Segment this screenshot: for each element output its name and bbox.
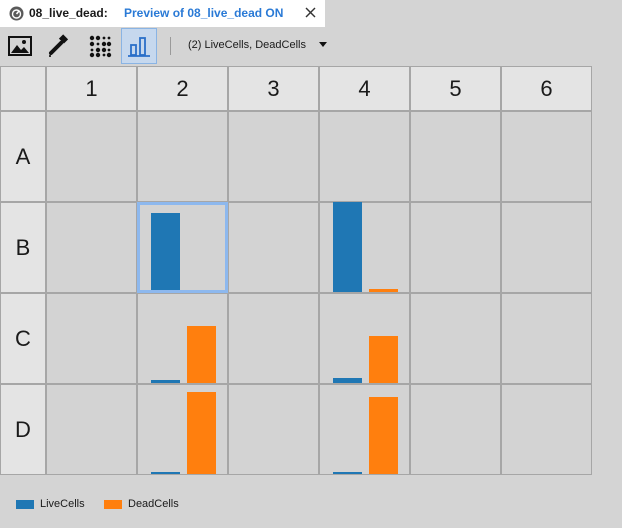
- well-d2[interactable]: [137, 384, 228, 475]
- dot-plot-view-button[interactable]: [82, 28, 118, 64]
- dot-grid-icon: [89, 35, 112, 58]
- bar-chart-icon: [128, 37, 150, 57]
- well-a4[interactable]: [319, 111, 410, 202]
- measure-select[interactable]: (2) LiveCells, DeadCells: [188, 39, 306, 51]
- column-header[interactable]: 6: [501, 66, 592, 111]
- well-a1[interactable]: [46, 111, 137, 202]
- column-header[interactable]: 1: [46, 66, 137, 111]
- legend-label: LiveCells: [40, 498, 85, 510]
- well-b1[interactable]: [46, 202, 137, 293]
- well-b4[interactable]: [319, 202, 410, 293]
- bar-livecells-d2: [151, 472, 180, 474]
- well-a6[interactable]: [501, 111, 592, 202]
- tab-bar: 08_live_dead: Preview of 08_live_dead ON: [0, 0, 622, 27]
- bar-livecells-b2: [151, 213, 180, 290]
- bar-deadcells-d2: [187, 392, 216, 474]
- bar-deadcells-c4: [369, 336, 398, 383]
- well-b2[interactable]: [137, 202, 228, 293]
- well-c2[interactable]: [137, 293, 228, 384]
- column-header[interactable]: 5: [410, 66, 501, 111]
- bar-livecells-c4: [333, 378, 362, 383]
- close-icon[interactable]: [303, 5, 318, 20]
- row-header[interactable]: B: [0, 202, 46, 293]
- well-b3[interactable]: [228, 202, 319, 293]
- image-view-button[interactable]: [2, 28, 38, 64]
- well-c6[interactable]: [501, 293, 592, 384]
- well-d6[interactable]: [501, 384, 592, 475]
- well-b5[interactable]: [410, 202, 501, 293]
- well-c4[interactable]: [319, 293, 410, 384]
- dashboard-icon: [9, 6, 24, 21]
- well-d4[interactable]: [319, 384, 410, 475]
- pipette-view-button[interactable]: [40, 28, 76, 64]
- bar-livecells-d4: [333, 472, 362, 474]
- well-d1[interactable]: [46, 384, 137, 475]
- well-a2[interactable]: [137, 111, 228, 202]
- bar-deadcells-c2: [187, 326, 216, 383]
- column-header[interactable]: 4: [319, 66, 410, 111]
- bar-chart-view-button[interactable]: [121, 28, 157, 64]
- pipette-icon: [49, 34, 69, 57]
- well-c1[interactable]: [46, 293, 137, 384]
- legend-swatch: [16, 500, 34, 509]
- column-header[interactable]: 3: [228, 66, 319, 111]
- chevron-down-icon[interactable]: [319, 42, 327, 48]
- row-header[interactable]: D: [0, 384, 46, 475]
- well-d5[interactable]: [410, 384, 501, 475]
- well-a3[interactable]: [228, 111, 319, 202]
- image-icon: [8, 36, 32, 56]
- tab-title: 08_live_dead:: [29, 6, 108, 20]
- well-d3[interactable]: [228, 384, 319, 475]
- row-header[interactable]: A: [0, 111, 46, 202]
- editor-tab[interactable]: 08_live_dead: Preview of 08_live_dead ON: [0, 0, 325, 27]
- legend-label: DeadCells: [128, 498, 179, 510]
- bar-livecells-c2: [151, 380, 180, 383]
- legend-swatch: [104, 500, 122, 509]
- bar-deadcells-d4: [369, 397, 398, 474]
- preview-toggle-label[interactable]: Preview of 08_live_dead ON: [124, 6, 283, 20]
- row-header[interactable]: C: [0, 293, 46, 384]
- well-c5[interactable]: [410, 293, 501, 384]
- well-a5[interactable]: [410, 111, 501, 202]
- well-c3[interactable]: [228, 293, 319, 384]
- toolbar: (2) LiveCells, DeadCells: [0, 27, 622, 65]
- bar-deadcells-b4: [369, 289, 398, 292]
- bar-livecells-b4: [333, 202, 362, 292]
- column-header[interactable]: 2: [137, 66, 228, 111]
- toolbar-separator: [170, 37, 171, 55]
- well-b6[interactable]: [501, 202, 592, 293]
- grid-corner: [0, 66, 46, 111]
